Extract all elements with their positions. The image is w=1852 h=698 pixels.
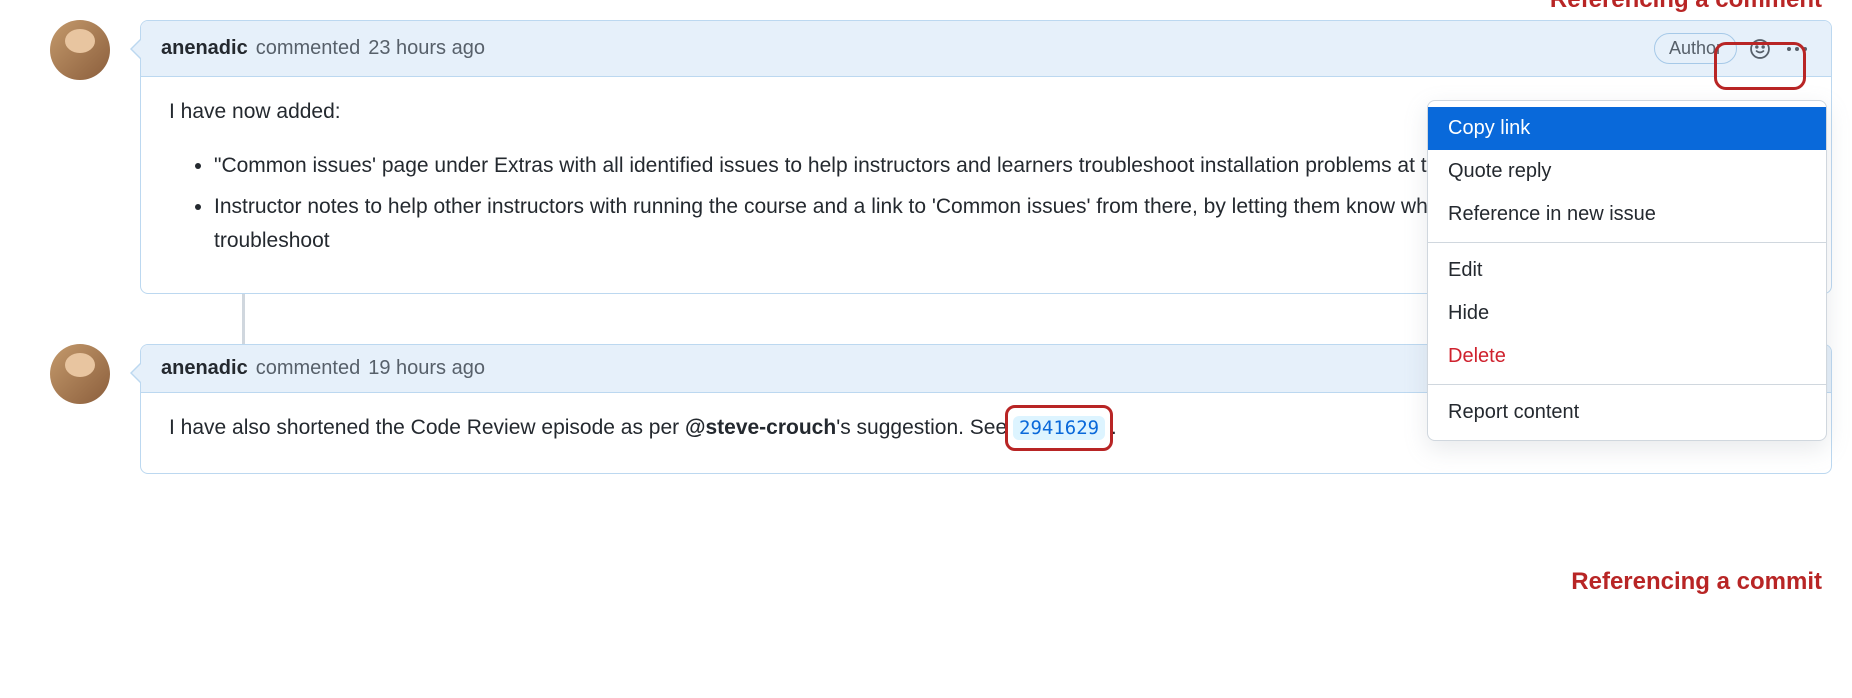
menu-edit[interactable]: Edit: [1428, 249, 1826, 292]
timestamp[interactable]: 19 hours ago: [368, 357, 485, 380]
kebab-menu-icon[interactable]: [1783, 47, 1811, 51]
timestamp[interactable]: 23 hours ago: [368, 37, 485, 60]
menu-copy-link[interactable]: Copy link: [1428, 107, 1826, 150]
commented-action: commented: [256, 357, 361, 380]
commit-link[interactable]: 2941629: [1013, 416, 1105, 440]
menu-delete[interactable]: Delete: [1428, 335, 1826, 378]
body-text: .: [1111, 416, 1117, 439]
menu-divider: [1428, 242, 1826, 243]
body-text: I have also shortened the Code Review ep…: [169, 416, 685, 439]
menu-divider: [1428, 384, 1826, 385]
comment-header: anenadic commented 23 hours ago Author: [141, 21, 1831, 77]
author-badge: Author: [1654, 33, 1737, 64]
menu-hide[interactable]: Hide: [1428, 292, 1826, 335]
menu-report[interactable]: Report content: [1428, 391, 1826, 434]
body-text: 's suggestion. See: [836, 416, 1013, 439]
annotation-commit: Referencing a commit: [1571, 568, 1822, 596]
avatar[interactable]: [50, 20, 110, 80]
comment-actions-menu: Copy link Quote reply Reference in new i…: [1427, 100, 1827, 441]
menu-reference-issue[interactable]: Reference in new issue: [1428, 193, 1826, 236]
author-name[interactable]: anenadic: [161, 357, 248, 380]
author-name[interactable]: anenadic: [161, 37, 248, 60]
annotation-comment: Referencing a comment: [1550, 0, 1822, 14]
comment-header-left: anenadic commented 19 hours ago: [161, 357, 485, 380]
comment-header-right: Author: [1654, 33, 1811, 64]
menu-quote-reply[interactable]: Quote reply: [1428, 150, 1826, 193]
comment-header-left: anenadic commented 23 hours ago: [161, 37, 485, 60]
avatar[interactable]: [50, 344, 110, 404]
commented-action: commented: [256, 37, 361, 60]
emoji-icon[interactable]: [1749, 38, 1771, 60]
mention-link[interactable]: @steve-crouch: [685, 416, 836, 439]
